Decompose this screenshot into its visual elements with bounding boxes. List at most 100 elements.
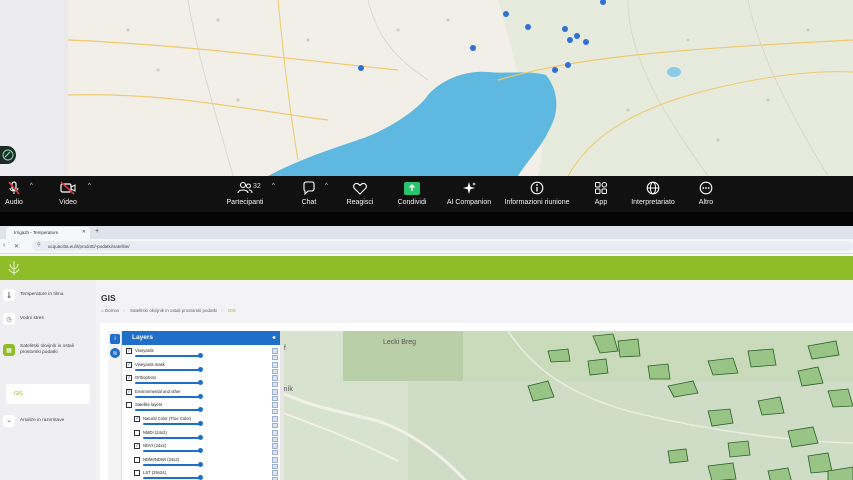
audio-button[interactable]: Audio xyxy=(2,179,26,211)
layer-row[interactable]: ✓ Natural Color (True Color) xyxy=(122,415,280,429)
opacity-slider-knob[interactable] xyxy=(198,475,203,480)
interpreter-button[interactable]: Interpretariato xyxy=(627,179,679,211)
react-button[interactable]: Reagisci xyxy=(345,179,375,211)
tab-title: Irrigazh - Temperature xyxy=(14,230,59,235)
opacity-slider[interactable] xyxy=(143,450,201,453)
opacity-slider-knob[interactable] xyxy=(198,380,203,386)
opacity-slider[interactable] xyxy=(143,423,201,425)
layer-checkbox[interactable] xyxy=(134,470,140,477)
layer-legend-icon[interactable] xyxy=(272,368,278,374)
opacity-slider-knob[interactable] xyxy=(198,434,203,440)
sidebar-item-water-stress[interactable]: ◷ Vodni stres xyxy=(0,308,96,330)
participants-options-icon[interactable]: ^ xyxy=(272,183,275,189)
app-logo-icon[interactable] xyxy=(7,260,21,276)
video-options-icon[interactable]: ^ xyxy=(88,183,91,189)
layer-checkbox[interactable]: ✓ xyxy=(126,348,132,354)
opacity-slider[interactable] xyxy=(143,463,201,466)
layer-settings-icon[interactable] xyxy=(272,348,278,354)
opacity-slider-knob[interactable] xyxy=(198,407,203,413)
audio-options-icon[interactable]: ^ xyxy=(30,183,33,189)
chat-options-icon[interactable]: ^ xyxy=(325,183,328,189)
layer-checkbox[interactable]: ✓ xyxy=(126,361,132,368)
opacity-slider-knob[interactable] xyxy=(198,421,203,426)
layer-settings-icon[interactable] xyxy=(272,402,278,409)
sidebar-subitem-gis[interactable]: GIS xyxy=(6,384,90,404)
url-field[interactable]: ⚲ acquacitta.eu/it/prodotti/-podatki/sat… xyxy=(32,241,853,251)
layer-legend-icon[interactable] xyxy=(272,355,278,360)
layer-legend-icon[interactable] xyxy=(272,395,278,401)
layer-settings-icon[interactable] xyxy=(272,429,278,436)
collapse-icon[interactable]: ◂ xyxy=(272,334,275,341)
layer-row[interactable]: LST (29x24) xyxy=(122,469,280,480)
layer-legend-icon[interactable] xyxy=(272,463,278,469)
sidebar-item-analysis[interactable]: ⌁ Analize in razvrstave xyxy=(0,410,96,432)
layer-settings-icon[interactable] xyxy=(272,456,278,463)
layer-legend-icon[interactable] xyxy=(272,382,278,388)
layer-checkbox[interactable]: ✓ xyxy=(134,416,140,422)
gis-map[interactable]: Lecki Breg of sník i ≋ Layers ◂ ✓Vineyar… xyxy=(108,331,853,480)
layer-row[interactable]: NDMI/NDWI (24x2) xyxy=(122,456,280,470)
layer-settings-icon[interactable] xyxy=(272,416,278,422)
ai-companion-button[interactable]: AI Companion xyxy=(444,179,494,211)
layer-settings-icon[interactable] xyxy=(272,470,278,477)
info-icon xyxy=(527,179,547,197)
meeting-info-button[interactable]: Informazioni riunione xyxy=(500,179,574,211)
breadcrumb-satellite[interactable]: Satelitski okvijnik in ostali prostorski… xyxy=(130,308,217,313)
layer-checkbox[interactable]: ✓ xyxy=(134,443,140,450)
breadcrumb-home[interactable]: Domov xyxy=(105,308,119,313)
layer-legend-icon[interactable] xyxy=(272,423,278,428)
layer-row[interactable]: NMDI (24x2) xyxy=(122,429,280,443)
opacity-slider[interactable] xyxy=(135,395,201,398)
browser-tab[interactable]: Irrigazh - Temperature ✕ xyxy=(6,227,90,239)
camera-off-icon xyxy=(58,179,78,197)
layer-checkbox[interactable] xyxy=(134,429,140,436)
chat-button[interactable]: Chat xyxy=(299,179,319,211)
shared-map[interactable] xyxy=(68,0,853,176)
sidebar-item-temperature[interactable]: 🌡︎ Temperature in tilma xyxy=(0,284,96,306)
layer-legend-icon[interactable] xyxy=(272,409,278,415)
layer-checkbox[interactable] xyxy=(126,402,132,409)
layer-row[interactable]: ✓ Environmental and other xyxy=(122,388,280,402)
opacity-slider[interactable] xyxy=(143,477,201,480)
site-info-icon[interactable]: ⚲ xyxy=(37,242,41,248)
opacity-slider-knob[interactable] xyxy=(198,448,203,454)
layer-settings-icon[interactable] xyxy=(272,443,278,450)
opacity-slider-knob[interactable] xyxy=(198,461,203,467)
tab-close-icon[interactable]: ✕ xyxy=(82,229,86,235)
layer-row[interactable]: ✓ Vineyards xyxy=(122,347,280,361)
layer-row[interactable]: ✓ Vineyards mask xyxy=(122,361,280,375)
layer-settings-icon[interactable] xyxy=(272,388,278,395)
layers-scrollbar[interactable] xyxy=(280,345,284,480)
opacity-slider[interactable] xyxy=(135,355,201,357)
video-button[interactable]: Video xyxy=(56,179,80,211)
apps-button[interactable]: App xyxy=(590,179,612,211)
layer-checkbox[interactable]: ✓ xyxy=(126,375,132,382)
opacity-slider[interactable] xyxy=(135,368,201,371)
more-button[interactable]: Altro xyxy=(694,179,718,211)
layer-row[interactable]: ✓ Orthophoto xyxy=(122,374,280,388)
back-icon[interactable]: ‹ xyxy=(3,242,5,249)
reload-icon[interactable]: ✕ xyxy=(14,243,19,250)
opacity-slider[interactable] xyxy=(135,409,201,412)
layer-legend-icon[interactable] xyxy=(272,450,278,456)
layer-row[interactable]: ✓ NDVI (24x2) xyxy=(122,442,280,456)
layer-legend-icon[interactable] xyxy=(272,436,278,442)
info-icon[interactable]: i xyxy=(110,334,120,344)
layer-settings-icon[interactable] xyxy=(272,375,278,382)
share-button[interactable]: Condividi xyxy=(395,179,429,211)
apps-icon xyxy=(591,179,611,197)
layer-settings-icon[interactable] xyxy=(272,361,278,368)
opacity-slider-knob[interactable] xyxy=(198,393,203,399)
opacity-slider-knob[interactable] xyxy=(198,366,203,372)
opacity-slider[interactable] xyxy=(143,436,201,439)
layers-icon[interactable]: ≋ xyxy=(110,348,120,358)
opacity-slider-knob[interactable] xyxy=(198,353,203,358)
home-icon[interactable]: ⌂ xyxy=(101,308,104,313)
layer-checkbox[interactable]: ✓ xyxy=(126,388,132,395)
layer-row[interactable]: Satellite layers xyxy=(122,401,280,415)
opacity-slider[interactable] xyxy=(135,382,201,385)
new-tab-icon[interactable]: + xyxy=(95,228,99,235)
sidebar-item-satellite[interactable]: ▦ Satelitski okvijnik in ostali prostors… xyxy=(0,336,96,364)
layer-label: NDMI/NDWI (24x2) xyxy=(143,456,180,462)
layer-checkbox[interactable] xyxy=(134,456,140,463)
